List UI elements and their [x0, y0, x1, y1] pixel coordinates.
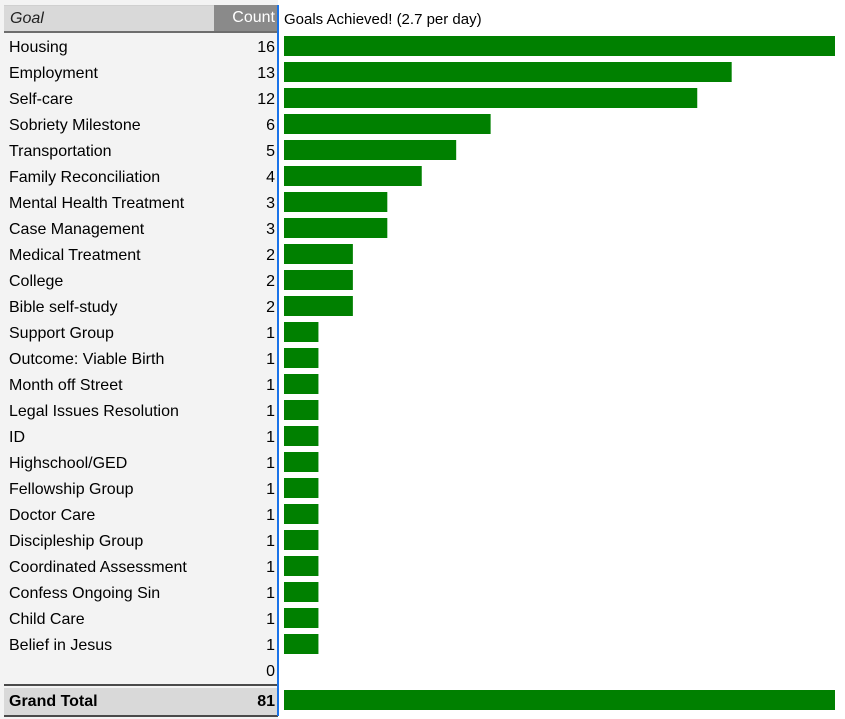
spreadsheet: Goal Count Housing 16 Employment 13 Self-car…	[0, 0, 845, 719]
bar	[284, 478, 319, 498]
bar	[284, 556, 319, 576]
bar	[284, 192, 388, 212]
bar	[284, 400, 319, 420]
bar	[284, 608, 319, 628]
bar	[284, 322, 319, 342]
bar	[284, 36, 835, 56]
bar	[284, 426, 319, 446]
bar	[284, 218, 388, 238]
bar	[284, 270, 353, 290]
grand-total-bar	[284, 690, 835, 710]
bar	[284, 452, 319, 472]
bar	[284, 530, 319, 550]
bar	[284, 582, 319, 602]
bar	[284, 504, 319, 524]
bar	[284, 634, 319, 654]
bar	[284, 374, 319, 394]
bar	[284, 62, 732, 82]
bar	[284, 348, 319, 368]
bar	[284, 114, 491, 134]
bar-chart	[284, 36, 835, 710]
bar	[284, 296, 353, 316]
bar	[284, 88, 698, 108]
bar	[284, 244, 353, 264]
bar	[284, 166, 422, 186]
bar	[284, 140, 457, 160]
